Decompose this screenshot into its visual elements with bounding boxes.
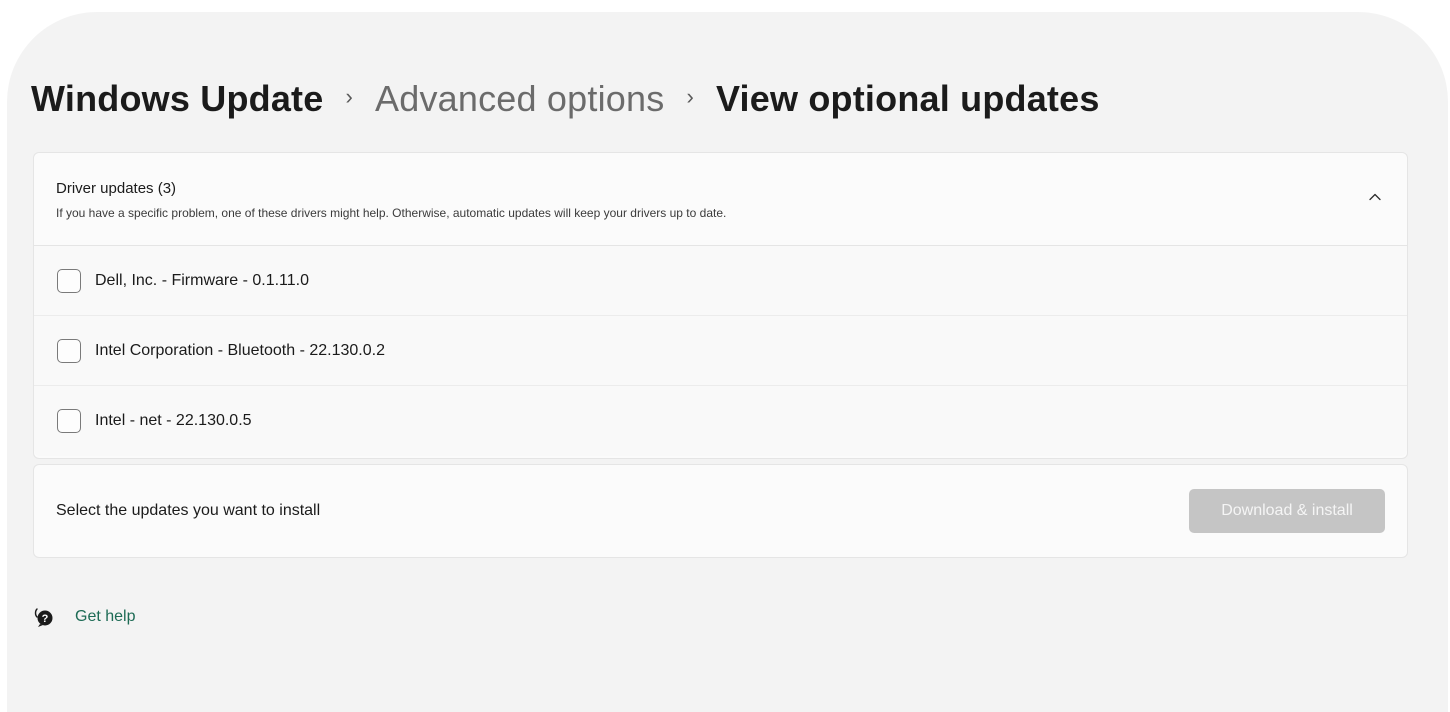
get-help-link[interactable]: ? Get help [33, 606, 135, 628]
driver-updates-card: Driver updates (3) If you have a specifi… [33, 152, 1408, 459]
driver-item-intel-bluetooth[interactable]: Intel Corporation - Bluetooth - 22.130.0… [34, 316, 1407, 386]
driver-checkbox[interactable] [57, 338, 81, 363]
collapse-button[interactable] [1363, 185, 1387, 209]
help-chat-icon: ? [34, 608, 53, 627]
breadcrumb-separator-icon: › [345, 84, 354, 109]
driver-item-dell-firmware[interactable]: Dell, Inc. - Firmware - 0.1.11.0 [34, 246, 1407, 316]
driver-updates-header[interactable]: Driver updates (3) If you have a specifi… [34, 153, 1407, 246]
settings-window: Windows Update › Advanced options › View… [7, 12, 1448, 712]
driver-updates-title: Driver updates (3) [56, 180, 177, 197]
svg-text:?: ? [42, 613, 49, 625]
driver-checkbox[interactable] [57, 268, 81, 293]
breadcrumb-advanced-options[interactable]: Advanced options [375, 78, 664, 120]
breadcrumb-windows-update[interactable]: Windows Update [31, 78, 323, 120]
chevron-up-icon [1369, 193, 1381, 201]
download-install-button[interactable]: Download & install [1189, 489, 1385, 533]
get-help-label: Get help [75, 608, 136, 625]
breadcrumb-separator-icon: › [686, 84, 694, 109]
driver-item-label: Intel - net - 22.130.0.5 [95, 412, 252, 429]
page-title: View optional updates [715, 78, 1100, 119]
driver-item-label: Dell, Inc. - Firmware - 0.1.11.0 [95, 271, 309, 289]
driver-checkbox[interactable] [57, 409, 81, 433]
install-card: Select the updates you want to install D… [33, 464, 1408, 558]
driver-item-intel-net[interactable]: Intel - net - 22.130.0.5 [34, 386, 1407, 456]
driver-item-label: Intel Corporation - Bluetooth - 22.130.0… [95, 341, 385, 359]
breadcrumb: Windows Update › Advanced options › View… [31, 78, 1100, 120]
driver-updates-description: If you have a specific problem, one of t… [56, 206, 727, 220]
install-prompt: Select the updates you want to install [56, 502, 321, 519]
